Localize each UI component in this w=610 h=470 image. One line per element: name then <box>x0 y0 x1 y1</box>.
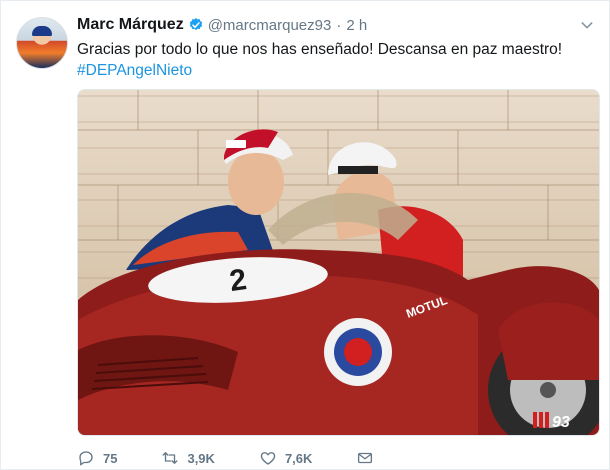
like-button[interactable]: 7,6K <box>259 449 312 467</box>
tweet-actions: 75 3,9K 7,6K <box>77 447 418 469</box>
tweet-photo[interactable]: 2 MOTUL 93 <box>77 89 600 436</box>
avatar[interactable] <box>16 17 68 69</box>
reply-icon <box>79 451 93 466</box>
tweet-body: Gracias por todo lo que nos has enseñado… <box>77 41 563 58</box>
user-handle[interactable]: @marcmarquez93 <box>208 17 332 34</box>
display-name[interactable]: Marc Márquez <box>77 16 184 34</box>
reply-button[interactable]: 75 <box>77 449 117 467</box>
photo-illustration: 2 MOTUL 93 <box>78 90 599 435</box>
like-count: 7,6K <box>284 450 313 466</box>
reply-count: 75 <box>103 450 118 466</box>
retweet-count: 3,9K <box>187 450 215 466</box>
tweet-card: Marc Márquez @marcmarquez93 · 2 h Gracia… <box>0 0 610 470</box>
envelope-icon <box>358 452 373 464</box>
tweet-timestamp[interactable]: 2 h <box>346 17 367 34</box>
direct-message-button[interactable] <box>356 449 374 467</box>
heart-icon <box>260 452 276 465</box>
retweet-button[interactable]: 3,9K <box>161 449 215 467</box>
chevron-down-icon[interactable] <box>579 17 595 33</box>
retweet-icon <box>163 452 178 464</box>
hashtag-link[interactable]: #DEPAngelNieto <box>77 60 597 81</box>
header-separator: · <box>336 16 342 34</box>
watermark-number: 93 <box>552 414 570 431</box>
verified-badge-icon <box>189 18 202 31</box>
tweet-text: Gracias por todo lo que nos has enseñado… <box>77 39 597 81</box>
tweet-header: Marc Márquez @marcmarquez93 · 2 h <box>77 15 569 35</box>
